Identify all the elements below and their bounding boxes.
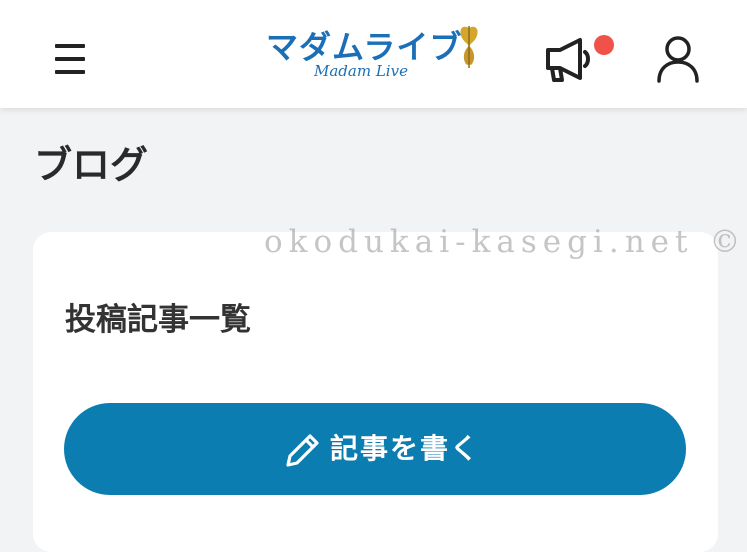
write-post-button[interactable]: 記事を書く [64, 403, 686, 495]
logo-sub-text: Madam Live [314, 62, 408, 80]
hamburger-menu-button[interactable] [50, 38, 90, 80]
user-icon [657, 36, 699, 83]
posts-card: 投稿記事一覧 記事を書く [33, 232, 718, 552]
user-profile-button[interactable] [654, 34, 702, 84]
megaphone-icon [546, 38, 590, 82]
hamburger-menu-icon [55, 44, 85, 74]
page-title: ブログ [34, 143, 149, 187]
write-post-label: 記事を書く [330, 432, 481, 465]
pencil-icon [286, 434, 319, 467]
top-header: マダムライブ Madam Live [0, 0, 747, 108]
butterfly-icon [460, 26, 478, 68]
notification-button[interactable] [540, 36, 596, 86]
notification-badge [594, 35, 614, 55]
site-logo[interactable]: マダムライブ Madam Live [262, 18, 487, 88]
card-title: 投稿記事一覧 [65, 302, 251, 338]
